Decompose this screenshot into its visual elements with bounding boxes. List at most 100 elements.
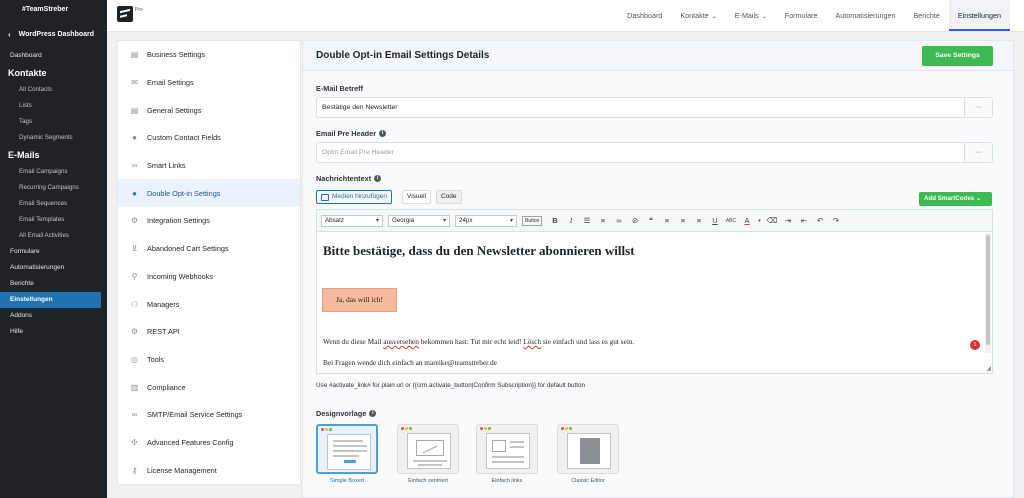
wp-menu-item-dashboard[interactable]: Dashboard [0,48,107,64]
editor-content[interactable]: Bitte bestätige, dass du den Newsletter … [317,233,985,373]
wp-menu-item-dynamic-segments[interactable]: Dynamic Segments [0,130,107,146]
bullet-list-icon[interactable]: ☰ [580,216,593,225]
bold-icon[interactable]: B [548,216,561,225]
info-icon[interactable]: i [369,410,377,417]
numbered-list-icon[interactable]: ≡ [596,216,609,225]
settings-nav-rest-api[interactable]: ⚙ REST API [118,318,300,346]
wp-menu-item-lists[interactable]: Lists [0,98,107,114]
info-icon[interactable]: i [374,175,382,182]
panel-header: Double Opt-in Email Settings Details Sav… [303,41,1013,71]
nav-dashboard[interactable]: Dashboard [618,0,671,31]
nav-formulare[interactable]: Formulare [776,0,827,31]
wp-menu-item-email-campaigns[interactable]: Email Campaigns [0,164,107,180]
brand[interactable]: Pro [117,6,143,22]
wp-menu-item-addons[interactable]: Addons [0,308,107,324]
add-media-button[interactable]: Medien hinzufügen [316,190,392,204]
blockquote-icon[interactable]: ❝ [644,216,657,225]
template-einfach-links[interactable] [476,424,538,474]
settings-nav-compliance[interactable]: ▥ Compliance [118,373,300,401]
text-color-icon[interactable]: A [740,216,753,225]
scrollbar-thumb[interactable] [986,235,990,345]
font-size-select[interactable]: 24px [455,214,517,227]
italic-icon[interactable]: I [564,216,577,225]
align-center-icon[interactable]: ≡ [676,216,689,225]
template-einfach-zentriert[interactable] [397,424,459,474]
brand-logo-icon [117,6,133,22]
preheader-field: ··· [316,142,993,163]
template-simple-boxed[interactable] [316,424,378,474]
wp-menu-item-tags[interactable]: Tags [0,114,107,130]
link-icon: ∞ [131,161,138,171]
wp-menu-item-emails[interactable]: E-Mails [0,146,107,164]
link-icon[interactable]: ∞ [612,216,625,225]
wp-menu-item-email-sequences[interactable]: Email Sequences [0,196,107,212]
add-smartcodes-button[interactable]: Add SmartCodes ⌄ [919,192,992,206]
wp-menu-item-einstellungen[interactable]: Einstellungen [0,292,101,308]
editor-scrollbar[interactable] [985,233,991,353]
settings-nav-managers[interactable]: ⚇ Managers [118,290,300,318]
site-name[interactable]: #TeamStreber [0,0,107,20]
wp-menu-item-formulare[interactable]: Formulare [0,244,107,260]
nav-kontakte[interactable]: Kontakte ⌄ [671,0,725,31]
notification-badge[interactable]: 1 [970,340,980,350]
settings-nav-advanced[interactable]: ✣ Advanced Features Config [118,429,300,457]
nav-emails[interactable]: E-Mails ⌄ [726,0,776,31]
save-settings-button[interactable]: Save Settings [922,46,993,66]
wp-menu-item-recurring-campaigns[interactable]: Recurring Campaigns [0,180,107,196]
settings-nav-label: Advanced Features Config [147,437,234,447]
settings-nav-email[interactable]: ✉ Email Settings [118,69,300,97]
nav-berichte[interactable]: Berichte [904,0,948,31]
chevron-down-icon[interactable]: ▾ [756,218,762,224]
chevron-down-icon: ⌄ [711,14,717,20]
link-icon: ∞ [131,410,138,420]
page-title: Double Opt-in Email Settings Details [316,50,490,61]
indent-icon[interactable]: ⇥ [781,216,794,225]
settings-nav-custom-fields[interactable]: ● Custom Contact Fields [118,124,300,152]
nav-formulare-label: Formulare [784,11,818,20]
settings-nav-double-optin[interactable]: ● Double Opt-in Settings [118,179,300,208]
settings-nav-tools[interactable]: ◎ Tools [118,346,300,374]
subject-more-button[interactable]: ··· [964,98,992,117]
nav-einstellungen[interactable]: Einstellungen [948,0,1010,31]
wp-menu-item-automatisierungen[interactable]: Automatisierungen [0,260,107,276]
settings-nav: ▤ Business Settings ✉ Email Settings ▤ Gene… [117,40,301,485]
insert-button-tool[interactable]: Button [522,215,543,226]
design-label-text: Designvorlage [316,409,367,418]
template-classic-editor[interactable] [557,424,619,474]
subject-input[interactable] [317,98,957,117]
settings-nav-smtp[interactable]: ∞ SMTP/Email Service Settings [118,401,300,429]
tab-code[interactable]: Code [436,190,462,204]
undo-icon[interactable]: ↶ [813,216,826,225]
strikethrough-icon[interactable]: ABC [724,218,737,224]
settings-nav-integration[interactable]: ⚙ Integration Settings [118,207,300,235]
format-select[interactable]: Absatz [321,214,383,227]
eraser-icon[interactable]: ⌫ [765,216,778,225]
wp-menu-item-kontakte[interactable]: Kontakte [0,64,107,82]
nav-automatisierungen[interactable]: Automatisierungen [827,0,905,31]
resize-handle-icon[interactable]: ◢ [986,365,991,372]
redo-icon[interactable]: ↷ [829,216,842,225]
preheader-more-button[interactable]: ··· [964,143,992,162]
wp-menu-item-email-templates[interactable]: Email Templates [0,212,107,228]
outdent-icon[interactable]: ⇤ [797,216,810,225]
settings-nav-general[interactable]: ▤ General Settings [118,96,300,124]
unlink-icon[interactable]: ⊘ [628,216,641,225]
wp-menu-item-hilfe[interactable]: Hilfe [0,324,107,340]
settings-nav-abandoned-cart[interactable]: ⊻ Abandoned Cart Settings [118,235,300,263]
font-select[interactable]: Georgia [388,214,450,227]
wp-menu-item-berichte[interactable]: Berichte [0,276,107,292]
settings-nav-business[interactable]: ▤ Business Settings [118,41,300,69]
align-right-icon[interactable]: ≡ [692,216,705,225]
settings-nav-smart-links[interactable]: ∞ Smart Links [118,152,300,180]
underline-icon[interactable]: U [708,216,721,225]
align-left-icon[interactable]: ≡ [660,216,673,225]
settings-nav-license[interactable]: ⚷ License Management [118,456,300,484]
wordpress-dashboard-link[interactable]: ‹ WordPress Dashboard [0,20,107,48]
wp-menu-item-all-contacts[interactable]: All Contacts [0,82,107,98]
preheader-input[interactable] [317,143,957,162]
template-label: Einfach zentriert [408,478,448,484]
wp-menu-item-all-email-activities[interactable]: All Email Activities [0,228,107,244]
tab-visual[interactable]: Visuell [402,190,432,204]
settings-nav-webhooks[interactable]: ⚲ Incoming Webhooks [118,263,300,291]
info-icon[interactable]: i [379,130,387,137]
